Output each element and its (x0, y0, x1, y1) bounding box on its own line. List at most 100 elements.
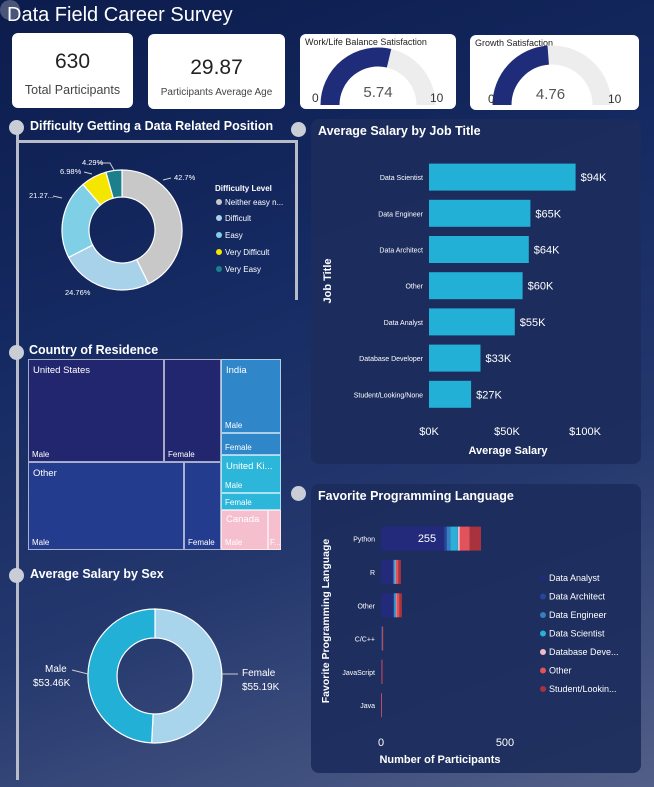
slice-female[interactable] (151, 608, 223, 744)
language-bar-segment[interactable] (457, 526, 460, 551)
treemap-uk-female[interactable]: Female (221, 493, 281, 510)
legend-swatch (540, 686, 546, 692)
salary-xaxis-title: Average Salary (468, 445, 548, 457)
treemap-label-other: Other (33, 468, 57, 479)
section-marker (9, 568, 24, 583)
salary-bar[interactable] (429, 344, 481, 372)
treemap-label-canada-male: Male (225, 538, 243, 547)
language-bar-chart: Python R Other C/C++ JavaScript Java 255 Favo… (320, 526, 619, 766)
salary-x-tick: $50K (494, 426, 520, 438)
python-data-label: 255 (418, 533, 436, 545)
language-category-label: C/C++ (355, 637, 375, 644)
salary-bar[interactable] (429, 380, 472, 408)
salary-x-tick: $100K (569, 426, 601, 438)
total-participants-value: 630 (54, 50, 91, 73)
language-category-label: Other (357, 603, 375, 610)
treemap-label-other-male: Male (32, 538, 50, 547)
language-bar-segment[interactable] (381, 593, 394, 618)
salary-category-label: Data Scientist (380, 175, 423, 182)
language-bar-segment[interactable] (459, 526, 470, 551)
language-bar-segment[interactable] (394, 559, 396, 584)
legend-difficult: Difficult (225, 214, 252, 223)
language-legend-item: Other (549, 666, 572, 676)
salary-bar[interactable] (429, 199, 531, 227)
connector-line (18, 140, 298, 143)
wlb-gauge-max: 10 (430, 91, 444, 105)
difficulty-title: Difficulty Getting a Data Related Positi… (30, 119, 274, 133)
difficulty-legend-title: Difficulty Level (215, 184, 272, 193)
legend-swatch (540, 612, 546, 618)
male-label: Male (45, 664, 67, 675)
female-label: Female (242, 668, 276, 679)
language-bar-segment[interactable] (399, 593, 402, 618)
legend-swatch (216, 199, 222, 205)
language-bar-segment[interactable] (382, 659, 383, 684)
salary-value-label: $27K (476, 389, 502, 401)
language-bar-segment[interactable] (393, 559, 395, 584)
language-legend-item: Data Engineer (549, 610, 607, 620)
language-bar-segment[interactable] (382, 626, 384, 651)
salary-category-label: Data Engineer (378, 211, 423, 218)
legend-swatch (540, 575, 546, 581)
section-marker (291, 122, 306, 137)
section-marker (9, 345, 24, 360)
legend-swatch (216, 215, 222, 221)
slice-male[interactable] (87, 608, 156, 744)
treemap-other-male[interactable]: Other Male (28, 462, 184, 550)
language-bar-segment[interactable] (393, 593, 395, 618)
treemap-canada-male[interactable]: Canada Male (221, 510, 268, 550)
language-bar-segment[interactable] (398, 559, 401, 584)
section-marker (9, 120, 24, 135)
treemap-label-us: United States (33, 365, 91, 376)
legend-swatch (540, 649, 546, 655)
wlb-gauge-min: 0 (312, 91, 319, 105)
language-bar-segment[interactable] (469, 526, 481, 551)
legend-swatch (540, 667, 546, 674)
salary-value-label: $55K (520, 317, 546, 329)
treemap-us-male[interactable]: United States Male (28, 359, 164, 462)
treemap-other-female[interactable]: Female (184, 462, 221, 550)
treemap-uk-male[interactable]: United Ki... Male (221, 455, 281, 493)
average-age-label: Participants Average Age (160, 87, 273, 98)
legend-very-difficult: Very Difficult (225, 248, 270, 257)
language-bar-segment[interactable] (446, 526, 451, 551)
leader-line (52, 195, 63, 199)
legend-easy: Easy (225, 231, 243, 240)
treemap-india-female[interactable]: Female (221, 433, 281, 455)
treemap-label-us-female: Female (168, 450, 195, 459)
language-category-label: Python (353, 537, 375, 544)
legend-neither: Neither easy n... (225, 198, 283, 207)
language-legend-item: Data Analyst (549, 573, 600, 583)
sex-donut-chart: Male $53.46K Female $55.19K (33, 608, 280, 744)
language-bar-segment[interactable] (396, 593, 400, 618)
language-bar-segment[interactable] (394, 593, 396, 618)
treemap-label-uk-male: Male (225, 481, 243, 490)
treemap-label-uk-female: Female (225, 498, 252, 507)
growth-gauge-card: Growth Satisfaction 4.76 0 10 (470, 35, 639, 110)
treemap-canada-female[interactable]: F... (268, 510, 281, 550)
legend-very-easy: Very Easy (225, 265, 261, 274)
language-category-label: R (370, 570, 375, 577)
language-x-tick: 0 (378, 737, 384, 749)
treemap-us-female[interactable]: Female (164, 359, 221, 462)
language-category-label: Java (360, 703, 375, 710)
salary-value-label: $60K (528, 281, 554, 293)
language-bar-segment[interactable] (395, 559, 399, 584)
language-bar-segment[interactable] (381, 626, 382, 651)
salary-bar-chart: Data Scientist $94K Data Engineer $65K Data … (322, 163, 607, 457)
salary-bar[interactable] (429, 236, 529, 263)
salary-bar[interactable] (429, 308, 515, 336)
language-bar-segment[interactable] (444, 526, 447, 551)
treemap-label-canada-female: F... (270, 538, 281, 547)
legend-swatch (540, 630, 546, 637)
treemap-india-male[interactable]: India Male (221, 359, 281, 433)
language-bar-segment[interactable] (381, 559, 393, 584)
language-bar-segment[interactable] (450, 526, 458, 551)
label-difficult: 24.76% (65, 288, 91, 297)
language-legend-item: Database Deve... (549, 647, 619, 657)
sex-title: Average Salary by Sex (30, 567, 164, 581)
language-xaxis-title: Number of Participants (379, 754, 500, 766)
language-bar-segment[interactable] (381, 693, 382, 718)
salary-bar[interactable] (429, 163, 576, 191)
salary-bar[interactable] (429, 272, 523, 300)
